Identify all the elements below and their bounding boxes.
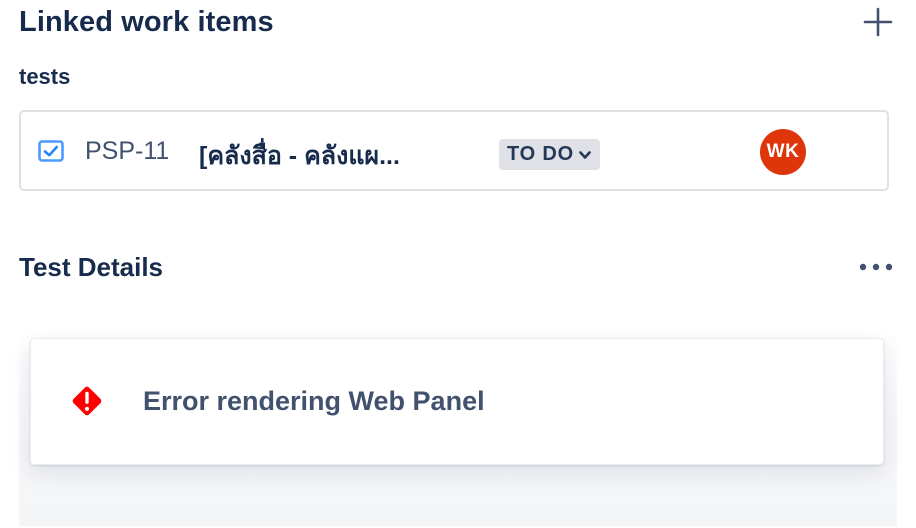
linked-work-items-title: Linked work items [19, 5, 274, 38]
page: Linked work items tests PSP-11 [คลังสื่อ… [0, 0, 916, 528]
more-actions-button[interactable] [856, 251, 896, 283]
more-horizontal-icon [859, 263, 893, 271]
plus-icon [863, 7, 893, 37]
status-label: TO DO [507, 143, 574, 165]
task-checkbox-icon [38, 140, 64, 162]
status-dropdown[interactable]: TO DO [499, 139, 600, 170]
error-panel: Error rendering Web Panel [30, 338, 884, 465]
linked-issue-row[interactable]: PSP-11 [คลังสื่อ - คลังแผ... TO DO WK [19, 110, 889, 191]
add-linked-item-button[interactable] [858, 2, 898, 42]
linked-work-items-header: Linked work items [19, 2, 893, 42]
issue-summary[interactable]: [คลังสื่อ - คลังแผ... [199, 136, 439, 176]
error-diamond-icon [72, 386, 102, 416]
issue-key-link[interactable]: PSP-11 [85, 137, 169, 166]
test-details-title: Test Details [19, 251, 164, 282]
chevron-down-icon [579, 150, 591, 159]
test-details-header: Test Details [19, 245, 893, 289]
assignee-avatar[interactable]: WK [760, 129, 806, 175]
error-message: Error rendering Web Panel [143, 386, 485, 416]
link-type-label: tests [19, 64, 71, 89]
